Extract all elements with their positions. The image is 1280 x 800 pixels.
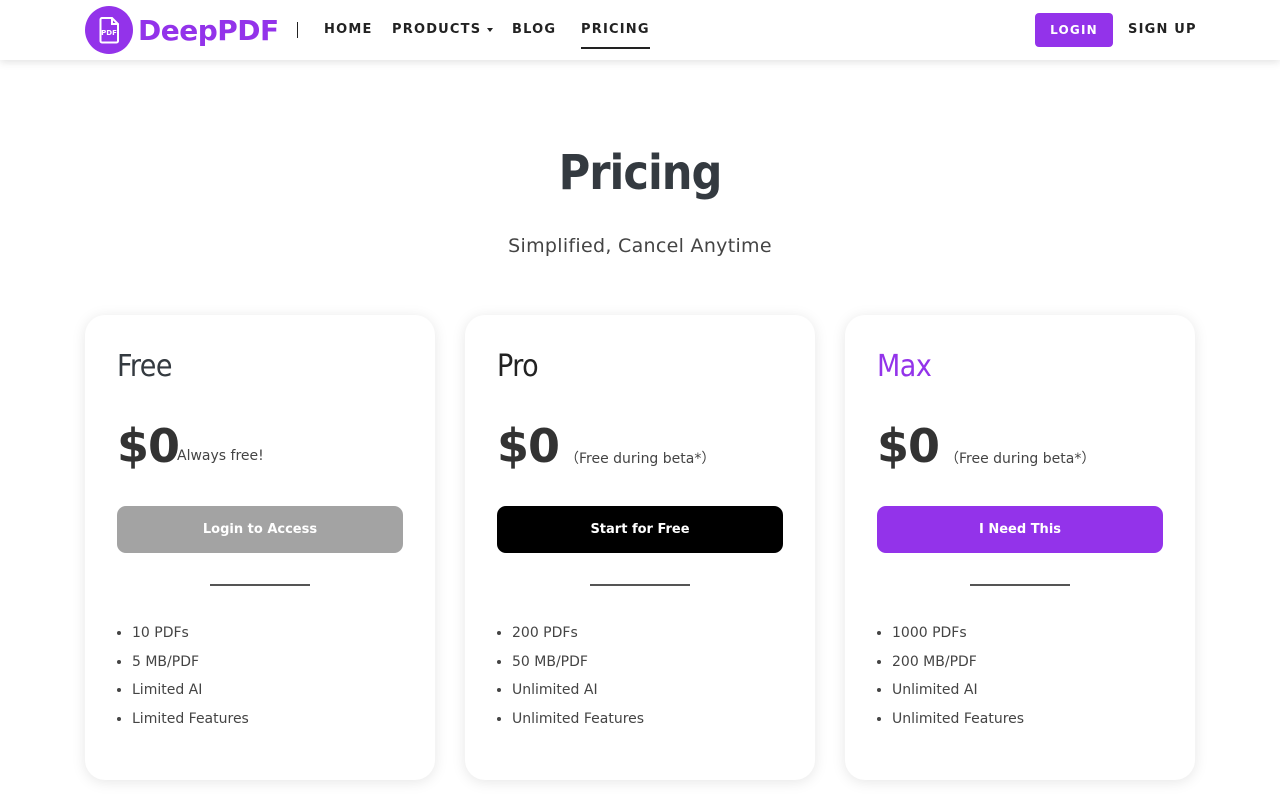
caret-down-icon [487,27,494,32]
start-for-free-button[interactable]: Start for Free [497,506,783,553]
feature-item: 200 PDFs [512,622,644,651]
login-button[interactable]: LOGIN [1035,13,1113,47]
feature-item: Unlimited Features [512,708,644,737]
brand-name: DeepPDF [138,13,279,47]
nav-divider [297,22,298,38]
feature-item: Limited Features [132,708,249,737]
plan-price-note: Always free! [177,448,264,464]
nav-home-link[interactable]: HOME [324,22,373,38]
plan-name: Max [877,349,932,384]
feature-item: 10 PDFs [132,622,249,651]
feature-item: 1000 PDFs [892,622,1024,651]
nav-pricing-link[interactable]: PRICING [581,22,650,49]
plan-card-pro: Pro $0 （Free during beta*） Start for Fre… [465,315,815,780]
card-divider [590,584,690,586]
feature-item: 5 MB/PDF [132,651,249,680]
nav-products-label: PRODUCTS [392,22,482,37]
signup-link[interactable]: SIGN UP [1128,22,1197,38]
card-divider [210,584,310,586]
plan-card-free: Free $0 Always free! Login to Access 10 … [85,315,435,780]
pdf-file-icon: PDF [85,6,133,54]
feature-item: Unlimited Features [892,708,1024,737]
plan-name: Free [117,349,173,384]
feature-list: 200 PDFs 50 MB/PDF Unlimited AI Unlimite… [512,622,644,737]
login-to-access-button[interactable]: Login to Access [117,506,403,553]
feature-list: 10 PDFs 5 MB/PDF Limited AI Limited Feat… [132,622,249,737]
nav-blog-link[interactable]: BLOG [512,22,556,38]
page-title: Pricing [558,145,723,201]
top-nav-bar: PDF DeepPDF HOME PRODUCTS BLOG PRICING L… [0,0,1280,60]
feature-item: 50 MB/PDF [512,651,644,680]
plan-price: $0 [877,419,940,473]
feature-item: 200 MB/PDF [892,651,1024,680]
plan-price: $0 [117,419,180,473]
plan-name: Pro [497,349,539,384]
plan-card-max: Max $0 （Free during beta*） I Need This 1… [845,315,1195,780]
i-need-this-button[interactable]: I Need This [877,506,1163,553]
logo-mark-text: PDF [101,29,117,37]
feature-item: Unlimited AI [512,679,644,708]
card-divider [970,584,1070,586]
feature-item: Unlimited AI [892,679,1024,708]
brand-logo[interactable]: PDF DeepPDF [85,6,279,54]
nav-products-menu[interactable]: PRODUCTS [392,22,494,38]
plan-price-note: （Free during beta*） [945,451,1096,467]
plan-price-note: （Free during beta*） [565,451,716,467]
feature-list: 1000 PDFs 200 MB/PDF Unlimited AI Unlimi… [892,622,1024,737]
plan-price: $0 [497,419,560,473]
feature-item: Limited AI [132,679,249,708]
page-subtitle: Simplified, Cancel Anytime [508,235,772,257]
